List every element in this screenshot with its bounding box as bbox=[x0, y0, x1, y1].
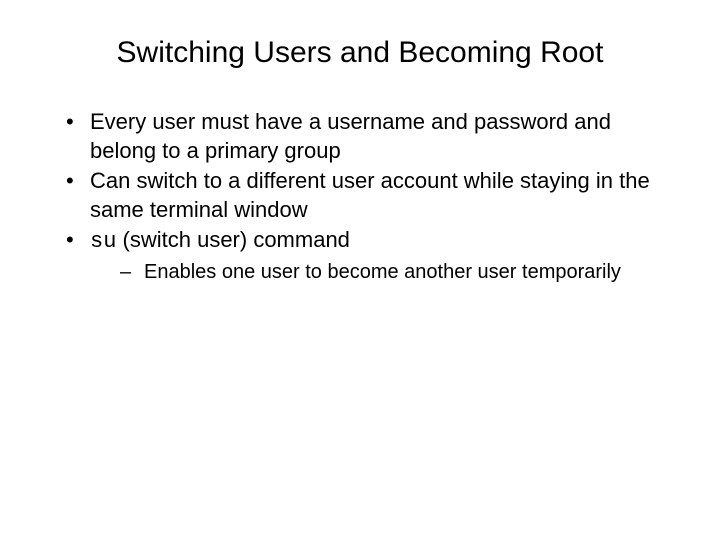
sub-bullet-item: Enables one user to become another user … bbox=[120, 259, 680, 285]
bullet-text: Every user must have a username and pass… bbox=[90, 109, 611, 163]
sub-bullet-text: Enables one user to become another user … bbox=[144, 261, 621, 283]
bullet-text: (switch user) command bbox=[116, 227, 350, 252]
slide-content: Every user must have a username and pass… bbox=[40, 108, 680, 285]
slide-title: Switching Users and Becoming Root bbox=[40, 36, 680, 70]
bullet-item: Can switch to a different user account w… bbox=[64, 167, 680, 224]
code-text: su bbox=[90, 229, 116, 254]
bullet-item: Every user must have a username and pass… bbox=[64, 108, 680, 165]
bullet-item: su (switch user) command Enables one use… bbox=[64, 226, 680, 285]
bullet-list: Every user must have a username and pass… bbox=[50, 108, 680, 285]
slide: Switching Users and Becoming Root Every … bbox=[0, 0, 720, 540]
sub-bullet-list: Enables one user to become another user … bbox=[90, 259, 680, 285]
bullet-text: Can switch to a different user account w… bbox=[90, 168, 650, 222]
